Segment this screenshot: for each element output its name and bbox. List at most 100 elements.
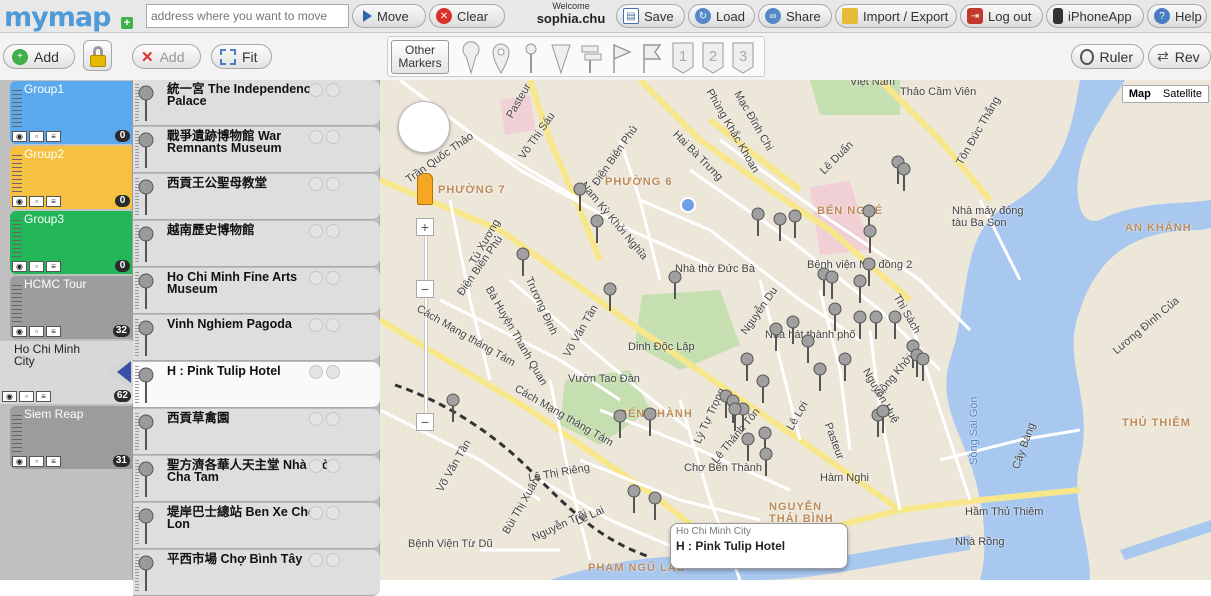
group-item-ho-chi-minh-city[interactable]: Ho Chi Minh City ◉ ▫ ≡ 62 — [0, 341, 133, 404]
map-marker-pin-icon[interactable] — [445, 393, 461, 423]
help-button[interactable]: ? Help — [1147, 4, 1207, 28]
iphoneapp-button[interactable]: iPhoneApp — [1046, 4, 1144, 28]
place-item[interactable]: 西貢王公聖母教堂 — [133, 174, 380, 220]
zoom-icon[interactable] — [309, 83, 323, 97]
lock-icon[interactable]: ▫ — [29, 326, 44, 337]
map-marker-pin-icon[interactable] — [875, 404, 891, 434]
triangle-marker-icon[interactable] — [548, 41, 574, 75]
map-marker-pin-icon[interactable] — [787, 209, 803, 239]
group-item-group1[interactable]: Group1 ◉ ▫ ≡ 0 — [10, 81, 132, 144]
zoom-slider-track[interactable] — [424, 228, 428, 423]
save-button[interactable]: ▤ Save — [616, 4, 685, 28]
drag-handle[interactable] — [12, 415, 22, 453]
place-item[interactable]: 堤岸巴士總站 Ben Xe Cho Lon — [133, 503, 380, 549]
zoom-icon[interactable] — [309, 130, 323, 144]
map-type-satellite-button[interactable]: Satellite — [1157, 86, 1208, 102]
pan-control[interactable] — [398, 101, 450, 153]
map-marker-pin-icon[interactable] — [667, 270, 683, 300]
place-item[interactable]: 聖方濟各華人天主堂 Nhà thờ Cha Tam — [133, 456, 380, 502]
map-marker-pin-icon[interactable] — [758, 447, 774, 477]
drag-handle[interactable] — [12, 220, 22, 258]
zoom-icon[interactable] — [309, 459, 323, 473]
info-icon[interactable] — [326, 83, 340, 97]
info-icon[interactable] — [326, 365, 340, 379]
map-marker-pin-icon[interactable] — [727, 402, 743, 432]
place-item[interactable]: 西貢草禽園 — [133, 409, 380, 455]
load-button[interactable]: ↻ Load — [688, 4, 755, 28]
drag-handle[interactable] — [12, 285, 22, 323]
group-item-group3[interactable]: Group3 ◉ ▫ ≡ 0 — [10, 211, 132, 274]
info-icon[interactable] — [326, 224, 340, 238]
map-marker-pin-icon[interactable] — [647, 491, 663, 521]
map-marker-pin-icon[interactable] — [612, 409, 628, 439]
map-marker-pin-icon[interactable] — [812, 362, 828, 392]
place-item[interactable]: 戰爭遺跡博物館 War Remnants Museum — [133, 127, 380, 173]
zoom-icon[interactable] — [309, 271, 323, 285]
group-item-siem-reap[interactable]: Siem Reap ◉ ▫ ≡ 31 — [10, 406, 132, 469]
zoom-out-button[interactable]: − — [416, 413, 434, 431]
drag-handle[interactable] — [12, 155, 22, 193]
zoom-slider-handle[interactable]: − — [416, 280, 434, 298]
map-marker-pin-icon[interactable] — [896, 162, 912, 192]
balloon-marker-icon[interactable] — [458, 41, 484, 75]
eye-icon[interactable]: ◉ — [12, 261, 27, 272]
map-marker-pin-icon[interactable] — [755, 374, 771, 404]
lock-button[interactable] — [83, 40, 112, 71]
unlock-icon[interactable]: ▫ — [29, 196, 44, 207]
zoom-icon[interactable] — [309, 506, 323, 520]
map-marker-pin-icon[interactable] — [768, 322, 784, 352]
map-marker-pin-icon[interactable] — [572, 182, 588, 212]
info-icon[interactable] — [326, 553, 340, 567]
map-type-map-button[interactable]: Map — [1123, 86, 1157, 102]
map-canvas[interactable]: Map Satellite + − − PHƯỜNG 7 PHƯỜNG 6 BẾ… — [380, 80, 1211, 580]
number-2-marker-icon[interactable]: 2 — [700, 41, 726, 75]
address-search-input[interactable] — [146, 4, 349, 28]
map-marker-pin-icon[interactable] — [785, 315, 801, 345]
import-export-button[interactable]: Import / Export — [835, 4, 957, 28]
map-marker-pin-icon[interactable] — [827, 302, 843, 332]
zoom-icon[interactable] — [309, 177, 323, 191]
map-marker-pin-icon[interactable] — [589, 214, 605, 244]
logout-button[interactable]: ⇥ Log out — [960, 4, 1043, 28]
list-icon[interactable]: ≡ — [46, 131, 61, 142]
rev-button[interactable]: ⇄ Rev — [1148, 44, 1211, 69]
place-info-popup[interactable]: Ho Chi Minh City H : Pink Tulip Hotel — [670, 523, 848, 569]
ruler-button[interactable]: Ruler — [1071, 44, 1144, 69]
map-marker-pin-icon[interactable] — [915, 352, 931, 382]
pin-marker-icon[interactable] — [518, 41, 544, 75]
number-1-marker-icon[interactable]: 1 — [670, 41, 696, 75]
lock-icon[interactable]: ▫ — [19, 391, 34, 402]
map-marker-pin-icon[interactable] — [750, 207, 766, 237]
group-item-group2[interactable]: Group2 ◉ ▫ ≡ 0 — [10, 146, 132, 209]
map-marker-pin-icon[interactable] — [868, 310, 884, 340]
eye-icon[interactable]: ◉ — [2, 391, 17, 402]
info-icon[interactable] — [326, 506, 340, 520]
info-icon[interactable] — [326, 271, 340, 285]
number-3-marker-icon[interactable]: 3 — [730, 41, 756, 75]
map-marker-pin-icon[interactable] — [852, 310, 868, 340]
map-marker-pin-icon[interactable] — [515, 247, 531, 277]
app-logo[interactable]: mymap — [4, 2, 111, 33]
place-item[interactable]: 平西市場 Chợ Bình Tây — [133, 550, 380, 596]
map-marker-pin-icon[interactable] — [800, 334, 816, 364]
zoom-icon[interactable] — [309, 318, 323, 332]
map-marker-pin-icon[interactable] — [642, 407, 658, 437]
drop-marker-icon[interactable] — [488, 41, 514, 75]
list-icon[interactable]: ≡ — [46, 196, 61, 207]
info-icon[interactable] — [326, 177, 340, 191]
signpost-marker-icon[interactable] — [578, 41, 604, 75]
map-marker-pin-icon[interactable] — [852, 274, 868, 304]
info-icon[interactable] — [326, 130, 340, 144]
zoom-icon[interactable] — [309, 412, 323, 426]
place-item[interactable]: 統一宮 The Independence Palace — [133, 80, 380, 126]
eye-icon[interactable]: ◉ — [12, 196, 27, 207]
clear-button[interactable]: ✕ Clear — [429, 4, 505, 28]
map-marker-pin-icon[interactable] — [862, 224, 878, 254]
map-marker-pin-icon[interactable] — [837, 352, 853, 382]
list-icon[interactable]: ≡ — [46, 261, 61, 272]
map-marker-pin-icon[interactable] — [887, 310, 903, 340]
zoom-in-button[interactable]: + — [416, 218, 434, 236]
place-item[interactable]: Vinh Nghiem Pagoda — [133, 315, 380, 361]
eye-icon[interactable]: ◉ — [12, 456, 27, 467]
share-button[interactable]: ∞ Share — [758, 4, 832, 28]
